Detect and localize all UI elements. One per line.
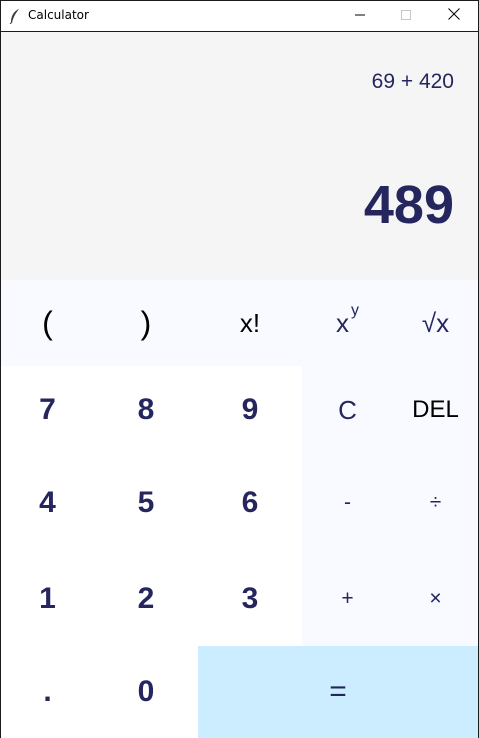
maximize-icon: [401, 7, 411, 25]
plus-button[interactable]: +: [302, 551, 393, 646]
power-base-label: x: [336, 307, 349, 338]
digit-4-button[interactable]: 4: [1, 454, 94, 551]
delete-button[interactable]: DEL: [393, 366, 478, 454]
multiply-button[interactable]: ×: [393, 551, 478, 646]
digit-7-button[interactable]: 7: [1, 366, 94, 454]
maximize-button[interactable]: [383, 1, 429, 31]
digit-8-button[interactable]: 8: [94, 366, 198, 454]
digit-1-button[interactable]: 1: [1, 551, 94, 646]
close-icon: [448, 7, 460, 25]
minus-button[interactable]: -: [302, 454, 393, 551]
result-label: 489: [363, 175, 454, 235]
display-panel: 69 + 420 489: [1, 32, 478, 280]
window-title: Calculator: [28, 8, 89, 22]
digit-0-button[interactable]: 0: [94, 646, 198, 738]
power-exponent-label: y: [351, 301, 359, 319]
decimal-point-button[interactable]: .: [1, 646, 94, 738]
feather-icon: [9, 8, 21, 25]
expression-label: 69 + 420: [371, 70, 454, 93]
minimize-icon: [355, 7, 365, 25]
digit-2-button[interactable]: 2: [94, 551, 198, 646]
close-paren-button[interactable]: ): [94, 280, 198, 366]
digit-9-button[interactable]: 9: [198, 366, 302, 454]
clear-button[interactable]: C: [302, 366, 393, 454]
minimize-button[interactable]: [337, 1, 383, 31]
title-bar: Calculator: [1, 1, 478, 32]
factorial-button[interactable]: x!: [198, 280, 302, 366]
sqrt-button[interactable]: √x: [393, 280, 478, 366]
open-paren-button[interactable]: (: [1, 280, 94, 366]
equals-button[interactable]: =: [198, 646, 478, 738]
calculator-window: Calculator 69 + 420 489 ( ) x! x y √x 7 …: [0, 0, 479, 738]
digit-5-button[interactable]: 5: [94, 454, 198, 551]
digit-6-button[interactable]: 6: [198, 454, 302, 551]
digit-3-button[interactable]: 3: [198, 551, 302, 646]
divide-button[interactable]: ÷: [393, 454, 478, 551]
close-button[interactable]: [431, 1, 477, 31]
power-button[interactable]: x y: [302, 280, 393, 366]
